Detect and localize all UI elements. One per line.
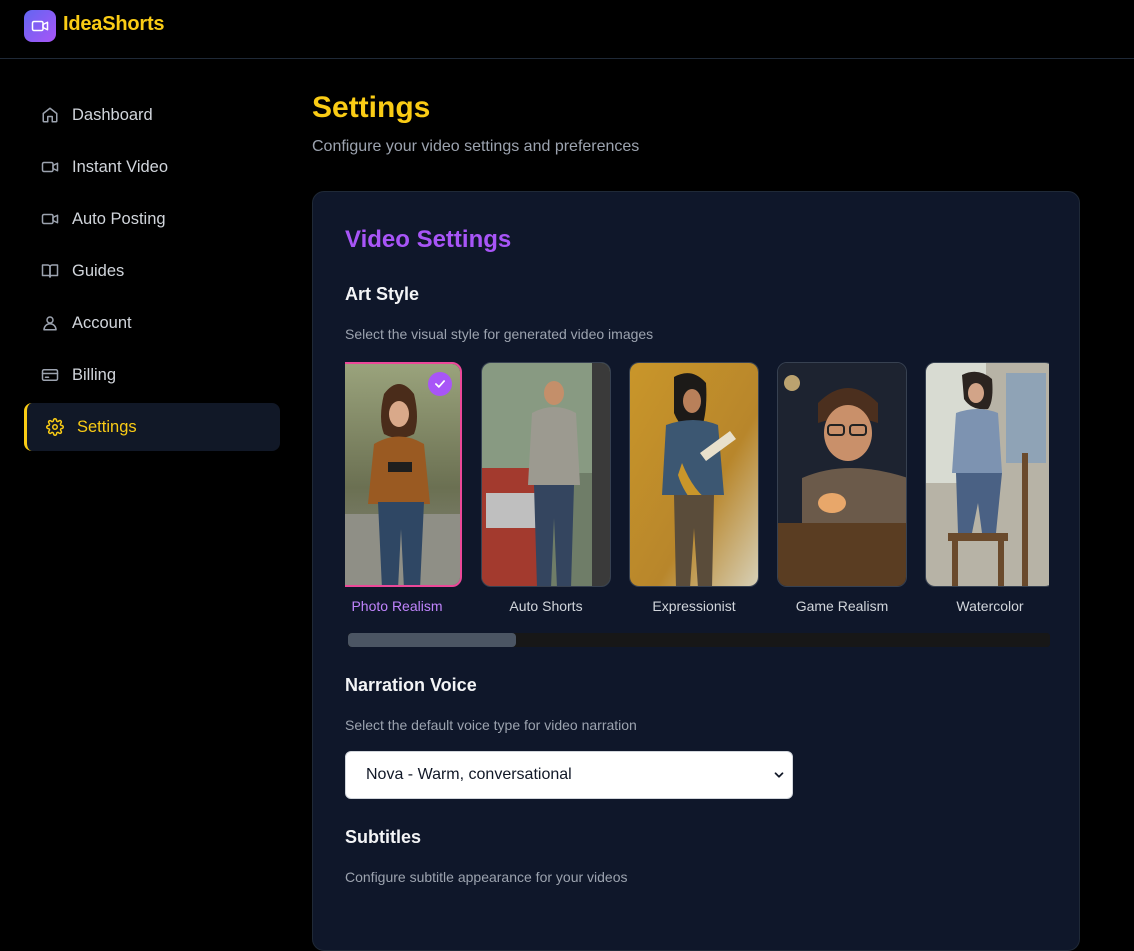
sidebar-item-settings[interactable]: Settings xyxy=(24,403,280,451)
sidebar-item-label: Guides xyxy=(72,261,125,280)
art-style-thumbnail xyxy=(481,362,611,587)
sidebar-item-label: Instant Video xyxy=(72,157,169,176)
art-style-description: Select the visual style for generated vi… xyxy=(345,326,654,342)
card-title: Video Settings xyxy=(345,226,512,253)
art-style-carousel[interactable]: Photo Realism Auto Shorts Expressionist … xyxy=(345,360,1049,620)
sidebar-item-dashboard[interactable]: Dashboard xyxy=(24,91,280,139)
art-style-label: Auto Shorts xyxy=(509,598,583,614)
art-style-option-photo-realism[interactable]: Photo Realism xyxy=(345,362,462,614)
sidebar-item-label: Billing xyxy=(72,365,117,384)
page-subtitle: Configure your video settings and prefer… xyxy=(312,138,640,155)
sidebar-item-billing[interactable]: Billing xyxy=(24,351,280,399)
art-style-option-auto-shorts[interactable]: Auto Shorts xyxy=(481,362,611,614)
video-icon xyxy=(40,209,60,229)
sidebar-item-instant-video[interactable]: Instant Video xyxy=(24,143,280,191)
sidebar-item-label: Auto Posting xyxy=(72,209,166,228)
sidebar-item-label: Dashboard xyxy=(72,105,153,124)
art-style-thumbnail xyxy=(925,362,1049,587)
top-bar: IdeaShorts xyxy=(0,0,1134,59)
user-icon xyxy=(40,313,60,333)
chevron-down-icon xyxy=(772,768,786,787)
selected-check-icon xyxy=(428,372,452,396)
art-style-label: Watercolor xyxy=(956,598,1024,614)
narration-voice-heading: Narration Voice xyxy=(345,675,477,695)
art-style-option-watercolor[interactable]: Watercolor xyxy=(925,362,1049,614)
app-name[interactable]: IdeaShorts xyxy=(63,13,165,36)
art-style-scrollbar-thumb[interactable] xyxy=(348,633,516,647)
page-title: Settings xyxy=(312,91,431,124)
art-style-thumbnail xyxy=(345,362,462,587)
art-style-option-expressionist[interactable]: Expressionist xyxy=(629,362,759,614)
narration-voice-description: Select the default voice type for video … xyxy=(345,717,637,733)
narration-voice-select[interactable]: Nova - Warm, conversational xyxy=(345,751,793,799)
sidebar-item-label: Account xyxy=(72,313,132,332)
art-style-thumbnail xyxy=(629,362,759,587)
art-style-label: Photo Realism xyxy=(351,598,443,614)
art-style-thumbnail xyxy=(777,362,907,587)
subtitles-heading: Subtitles xyxy=(345,827,422,847)
sidebar-item-auto-posting[interactable]: Auto Posting xyxy=(24,195,280,243)
home-icon xyxy=(40,105,60,125)
credit-card-icon xyxy=(40,365,60,385)
gear-icon xyxy=(45,417,65,437)
sidebar-item-guides[interactable]: Guides xyxy=(24,247,280,295)
sidebar-item-label: Settings xyxy=(77,417,137,436)
video-settings-card: Video Settings Art Style Select the visu… xyxy=(312,191,1080,951)
logo-video-icon[interactable] xyxy=(24,10,56,42)
art-style-label: Game Realism xyxy=(795,598,889,614)
art-style-label: Expressionist xyxy=(652,598,736,614)
subtitles-description: Configure subtitle appearance for your v… xyxy=(345,869,628,885)
book-icon xyxy=(40,261,60,281)
narration-voice-selected-value: Nova - Warm, conversational xyxy=(366,766,572,783)
sidebar: Dashboard Instant Video Auto Posting Gui… xyxy=(24,91,280,455)
art-style-option-game-realism[interactable]: Game Realism xyxy=(777,362,907,614)
video-icon xyxy=(40,157,60,177)
sidebar-item-account[interactable]: Account xyxy=(24,299,280,347)
art-style-scrollbar[interactable] xyxy=(348,633,1050,647)
art-style-heading: Art Style xyxy=(345,284,420,304)
